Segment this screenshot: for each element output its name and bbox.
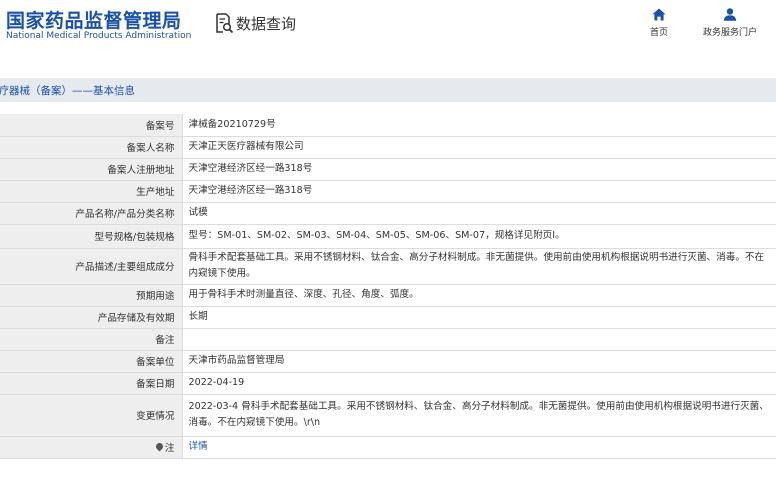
row-label: 生产地址	[0, 180, 183, 203]
table-row-record-number: 备案号 津械备20210729号	[0, 114, 776, 137]
home-icon	[652, 8, 666, 21]
nav-home[interactable]: 首页	[643, 8, 675, 38]
row-label-note: 注	[0, 436, 183, 459]
row-value: 天津市药品监督管理局	[182, 350, 776, 373]
row-label: 备案单位	[0, 350, 183, 373]
row-value: 天津空港经济区经一路318号	[182, 158, 776, 181]
row-label: 备案号	[0, 114, 183, 137]
site-logo-title[interactable]: 国家药品监督管理局	[6, 6, 182, 33]
nav-gov-service-label: 政务服务门户	[702, 28, 757, 38]
table-row-record-unit: 备案单位 天津市药品监督管理局	[0, 350, 776, 373]
row-label: 备案人注册地址	[0, 158, 183, 181]
nav-home-label: 首页	[649, 28, 668, 38]
table-row-production-address: 生产地址 天津空港经济区经一路318号	[0, 180, 776, 203]
row-value: 详情	[182, 436, 776, 459]
section-header: 医疗器械（备案）——基本信息	[0, 78, 776, 102]
table-row-storage-validity: 产品存储及有效期 长期	[0, 306, 776, 329]
row-label-text: 注	[164, 443, 175, 454]
document-search-icon	[216, 13, 234, 34]
row-value	[182, 328, 776, 351]
pin-icon	[154, 441, 165, 452]
row-label: 备案日期	[0, 372, 183, 395]
user-icon	[723, 8, 737, 21]
table-row-product-description: 产品描述/主要组成成分 骨科手术配套基础工具。采用不锈钢材料、钛合金、高分子材料…	[0, 248, 776, 285]
row-value: 天津正天医疗器械有限公司	[182, 136, 776, 159]
row-label: 产品描述/主要组成成分	[0, 248, 183, 285]
row-value: 2022-04-19	[182, 372, 776, 395]
row-value: 用于骨科手术时测量直径、深度、孔径、角度、弧度。	[182, 284, 776, 307]
site-logo-subtitle: National Medical Products Administration	[6, 31, 192, 41]
table-row-registrant-address: 备案人注册地址 天津空港经济区经一路318号	[0, 158, 776, 181]
table-row-record-date: 备案日期 2022-04-19	[0, 372, 776, 395]
data-query-link[interactable]: 数据查询	[214, 12, 296, 34]
table-row-intended-use: 预期用途 用于骨科手术时测量直径、深度、孔径、角度、弧度。	[0, 284, 776, 307]
row-label: 型号规格/包装规格	[0, 224, 183, 249]
table-row-registrant-name: 备案人名称 天津正天医疗器械有限公司	[0, 136, 776, 159]
row-label: 备注	[0, 328, 183, 351]
row-value: 长期	[182, 306, 776, 329]
table-row-model-spec: 型号规格/包装规格 型号：SM-01、SM-02、SM-03、SM-04、SM-…	[0, 224, 776, 249]
table-row-remarks: 备注	[0, 328, 776, 351]
row-value: 津械备20210729号	[182, 114, 776, 137]
row-label: 预期用途	[0, 284, 183, 307]
row-value: 试模	[182, 202, 776, 225]
info-table: 备案号 津械备20210729号 备案人名称 天津正天医疗器械有限公司 备案人注…	[0, 114, 776, 459]
row-label: 产品名称/产品分类名称	[0, 202, 183, 225]
row-value: 型号：SM-01、SM-02、SM-03、SM-04、SM-05、SM-06、S…	[182, 224, 776, 249]
data-query-label: 数据查询	[236, 14, 297, 33]
row-label: 产品存储及有效期	[0, 306, 183, 329]
row-value: 2022-03-4 骨科手术配套基础工具。采用不锈钢材料、钛合金、高分子材料制成…	[182, 394, 776, 437]
table-row-note: 注 详情	[0, 436, 776, 459]
row-label: 备案人名称	[0, 136, 183, 159]
row-value: 天津空港经济区经一路318号	[182, 180, 776, 203]
nav-gov-service[interactable]: 政务服务门户	[696, 8, 764, 38]
row-value: 骨科手术配套基础工具。采用不锈钢材料、钛合金、高分子材料制成。非无菌提供。使用前…	[182, 248, 776, 285]
site-header: 国家药品监督管理局 National Medical Products Admi…	[0, 0, 776, 56]
details-link[interactable]: 详情	[189, 441, 208, 452]
table-row-change-history: 变更情况 2022-03-4 骨科手术配套基础工具。采用不锈钢材料、钛合金、高分…	[0, 394, 776, 437]
section-title: 医疗器械（备案）——基本信息	[0, 85, 135, 97]
row-label: 变更情况	[0, 394, 183, 437]
table-row-product-name: 产品名称/产品分类名称 试模	[0, 202, 776, 225]
